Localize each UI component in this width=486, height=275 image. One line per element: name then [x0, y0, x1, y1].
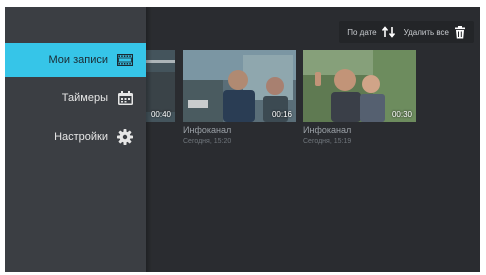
sidebar-item-my-recordings[interactable]: Мои записи: [5, 43, 146, 77]
tv-screen: 00:40 00:16 00:30 Инфоканал Сегодня, 15:…: [5, 7, 480, 272]
recording-duration: 00:30: [391, 110, 412, 119]
sort-label: По дате: [347, 27, 377, 37]
recording-duration: 00:16: [271, 110, 292, 119]
sort-by-date-button[interactable]: По дате: [347, 26, 395, 38]
sidebar-item-label: Мои записи: [48, 54, 108, 66]
trash-icon: [455, 25, 465, 38]
recording-card[interactable]: 00:16: [183, 50, 296, 122]
sidebar: Мои записи Таймеры Настройки: [5, 7, 152, 272]
sidebar-item-timers[interactable]: Таймеры: [5, 81, 146, 115]
calendar-icon: [116, 90, 134, 106]
delete-all-label: Удалить все: [403, 27, 449, 37]
gear-icon: [116, 129, 134, 145]
film-icon: [116, 52, 134, 68]
recordings-toolbar: По дате Удалить все: [339, 21, 474, 43]
recording-title: Инфоканал: [183, 125, 232, 135]
recording-date: Сегодня, 15:19: [303, 138, 352, 145]
recording-duration: 00:40: [150, 110, 171, 119]
recording-date: Сегодня, 15:20: [183, 138, 232, 145]
recording-card[interactable]: 00:30: [303, 50, 416, 122]
recording-title: Инфоканал: [303, 125, 352, 135]
sidebar-item-settings[interactable]: Настройки: [5, 120, 146, 154]
delete-all-button[interactable]: Удалить все: [403, 25, 466, 39]
sort-arrows-icon: [381, 26, 395, 38]
sidebar-item-label: Настройки: [54, 131, 108, 143]
sidebar-item-label: Таймеры: [61, 92, 108, 104]
